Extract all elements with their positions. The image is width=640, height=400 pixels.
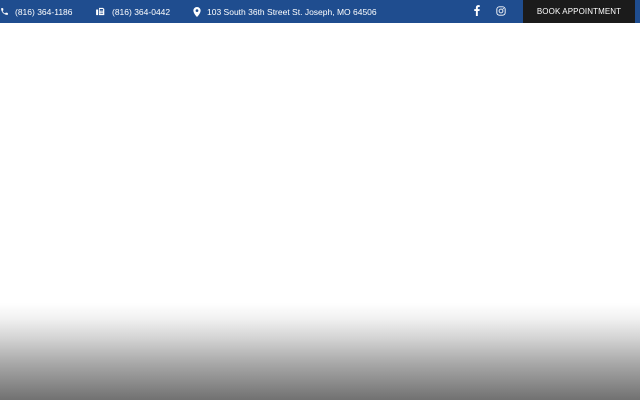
address-text: 103 South 36th Street St. Joseph, MO 645… [207, 6, 377, 17]
fax-number: (816) 364-0442 [112, 6, 171, 17]
fax-icon [96, 7, 106, 16]
phone-icon [0, 7, 9, 16]
hero-banner [0, 23, 640, 400]
facebook-icon [474, 5, 480, 18]
facebook-link[interactable] [474, 0, 480, 23]
instagram-link[interactable] [496, 0, 506, 23]
phone-link[interactable]: (816) 364-1186 [0, 0, 73, 23]
book-appointment-button[interactable]: BOOK APPOINTMENT [523, 0, 635, 23]
phone-number: (816) 364-1186 [15, 6, 73, 17]
top-contact-bar: (816) 364-1186 (816) 364-0442 103 South [0, 0, 640, 23]
address-link[interactable]: 103 South 36th Street St. Joseph, MO 645… [193, 0, 377, 23]
map-pin-icon [193, 6, 201, 17]
instagram-icon [496, 5, 506, 18]
fax-link[interactable]: (816) 364-0442 [96, 0, 170, 23]
